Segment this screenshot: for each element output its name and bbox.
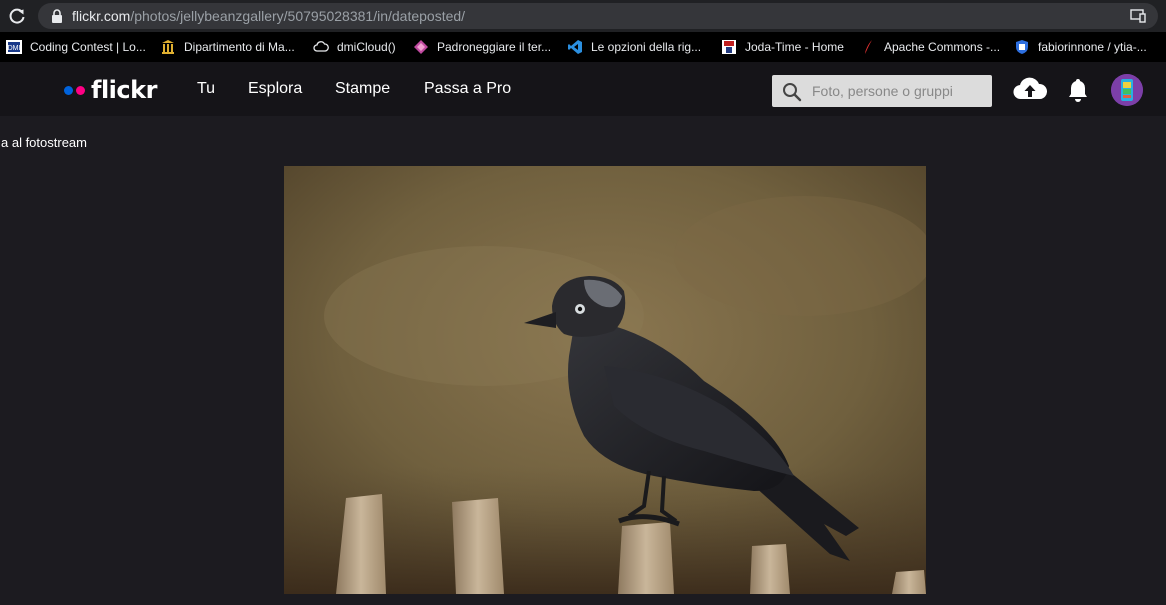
diamond-icon (413, 39, 429, 55)
bookmarks-bar: DMI Coding Contest | Lo... Dipartimento … (0, 32, 1166, 62)
bookmark-label: Le opzioni della rig... (591, 40, 702, 54)
search-input[interactable] (812, 75, 988, 107)
cast-icon[interactable] (1130, 9, 1146, 23)
joda-icon (721, 39, 737, 55)
search-icon[interactable] (782, 82, 802, 102)
url-text[interactable]: flickr.com/photos/jellybeanzgallery/5079… (72, 8, 465, 24)
logo-pink-dot (76, 85, 85, 95)
lock-icon[interactable] (50, 9, 64, 23)
nav-passa-a-pro[interactable]: Passa a Pro (424, 80, 511, 98)
url-host: flickr.com (72, 8, 131, 24)
address-bar[interactable]: flickr.com/photos/jellybeanzgallery/5079… (38, 3, 1158, 29)
browser-toolbar: flickr.com/photos/jellybeanzgallery/5079… (0, 0, 1166, 32)
logo-text: flickr (91, 76, 157, 104)
search-box (772, 75, 992, 107)
feather-icon (860, 39, 876, 55)
bookmark-padroneggiare[interactable]: Padroneggiare il ter... (413, 32, 551, 62)
dmi-icon: DMI (6, 39, 22, 55)
flickr-header: flickr Tu Esplora Stampe Passa a Pro (0, 62, 1166, 116)
back-to-photostream-link[interactable]: a al fotostream (1, 135, 87, 150)
flickr-logo[interactable]: flickr (64, 76, 157, 104)
shield-icon (1014, 39, 1030, 55)
cloud-icon (313, 39, 329, 55)
bookmark-fabiorinnone[interactable]: fabiorinnone / ytia-... (1014, 32, 1147, 62)
photo-page: a al fotostream (0, 116, 1166, 605)
nav-esplora[interactable]: Esplora (248, 80, 302, 98)
bookmark-label: fabiorinnone / ytia-... (1038, 40, 1147, 54)
bookmark-dmicloud[interactable]: dmiCloud() (313, 32, 396, 62)
bookmark-label: Dipartimento di Ma... (184, 40, 295, 54)
nav-stampe[interactable]: Stampe (335, 80, 390, 98)
reload-icon[interactable] (8, 7, 26, 25)
svg-text:DMI: DMI (8, 45, 21, 52)
bookmark-label: Padroneggiare il ter... (437, 40, 552, 54)
bookmark-dipartimento[interactable]: Dipartimento di Ma... (160, 32, 295, 62)
bookmark-joda-time[interactable]: Joda-Time - Home (721, 32, 844, 62)
jackdaw-photo (284, 166, 926, 594)
university-icon (160, 39, 176, 55)
bookmark-label: Coding Contest | Lo... (30, 40, 146, 54)
logo-blue-dot (64, 85, 73, 95)
nav-tu[interactable]: Tu (197, 80, 215, 98)
bookmark-coding-contest[interactable]: DMI Coding Contest | Lo... (6, 32, 146, 62)
vscode-icon (567, 39, 583, 55)
avatar-image (1111, 74, 1143, 106)
bookmark-opzioni[interactable]: Le opzioni della rig... (567, 32, 701, 62)
bookmark-apache-commons[interactable]: Apache Commons -... (860, 32, 1000, 62)
avatar[interactable] (1111, 74, 1143, 106)
bookmark-label: Apache Commons -... (884, 40, 1001, 54)
upload-cloud-icon[interactable] (1013, 76, 1047, 102)
bookmark-label: Joda-Time - Home (745, 40, 844, 54)
bell-icon[interactable] (1066, 77, 1090, 103)
bookmark-label: dmiCloud() (337, 40, 396, 54)
main-photo[interactable] (284, 166, 926, 594)
url-path: /photos/jellybeanzgallery/50795028381/in… (130, 8, 466, 24)
